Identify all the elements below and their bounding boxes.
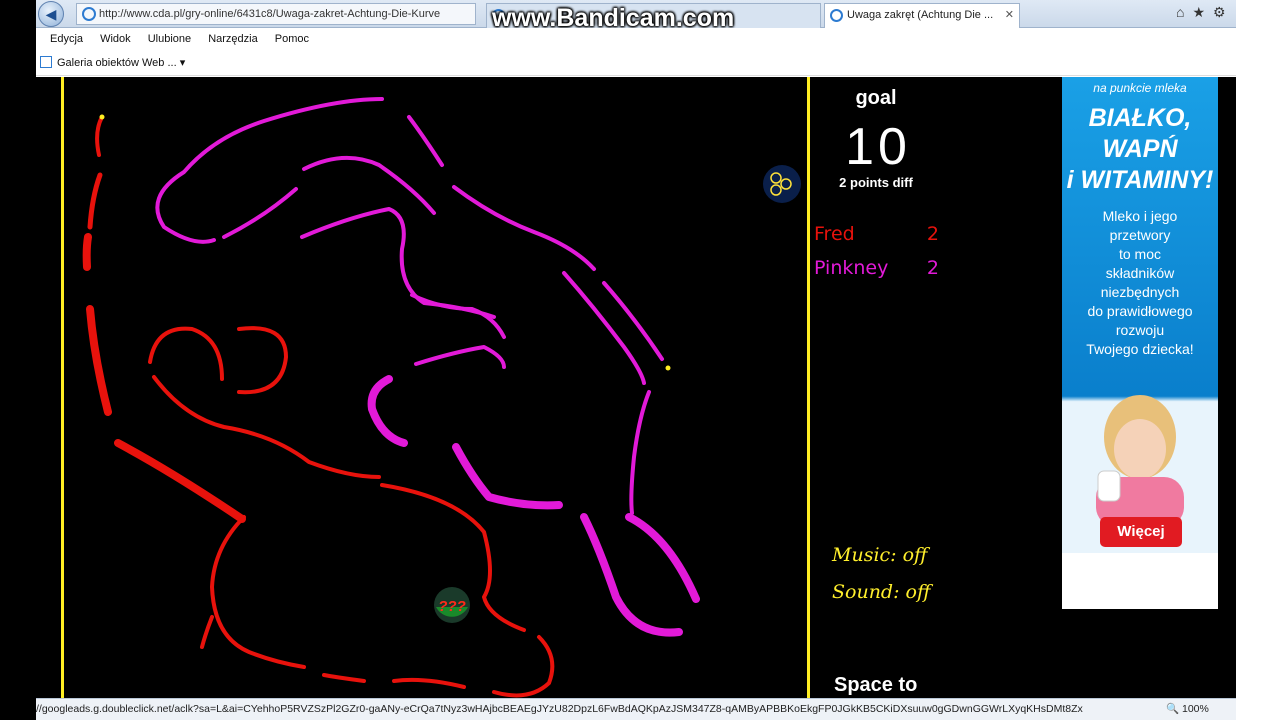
menu-widok[interactable]: Widok (100, 28, 131, 50)
advertisement[interactable]: na punkcie mleka BIAŁKO, WAPŃ i WITAMINY… (1062, 77, 1218, 609)
red-player-head (99, 114, 105, 120)
status-bar: //googleads.g.doubleclick.net/aclk?sa=L&… (36, 698, 1236, 720)
random-bonus-label: ??? (438, 598, 466, 615)
player-row-fred: Fred 2 (814, 223, 939, 245)
browser-window: ◀ http://www.cda.pl/gry-online/6431c8/Uw… (36, 0, 1236, 720)
menu-bar: Edycja Widok Ulubione Narzędzia Pomoc (36, 28, 1236, 50)
sound-toggle[interactable]: Sound: off (832, 581, 930, 603)
menu-narzedzia[interactable]: Narzędzia (208, 28, 258, 50)
curve-canvas: ??? (82, 97, 801, 698)
tab-label: Uwaga zakręt (Achtung Die ... (847, 9, 994, 21)
child-photo (1096, 395, 1184, 527)
player-row-pinkney: Pinkney 2 (814, 257, 939, 279)
menu-edycja[interactable]: Edycja (50, 28, 83, 50)
menu-ulubione[interactable]: Ulubione (148, 28, 191, 50)
web-slice-icon (40, 56, 52, 68)
player-name: Fred (814, 223, 855, 245)
favorites-item[interactable]: Galeria obiektów Web ... ▾ (40, 56, 185, 69)
back-button[interactable]: ◀ (38, 1, 64, 27)
goal-diff: 2 points diff (839, 175, 913, 190)
score-panel: goal 10 2 points diff Fred 2 Pinkney 2 M… (810, 77, 978, 698)
magenta-player-trail (155, 97, 700, 637)
ad-headline: BIAŁKO, WAPŃ i WITAMINY! (1066, 104, 1214, 194)
address-bar[interactable]: http://www.cda.pl/gry-online/6431c8/Uwag… (76, 3, 476, 25)
ie-icon (82, 7, 96, 21)
ad-logos (1062, 553, 1218, 609)
player-score: 2 (926, 223, 939, 245)
desktop-edge (1236, 0, 1280, 720)
player-name: Pinkney (814, 257, 889, 279)
ad-body-text: Mleko i jego przetwory to moc składników… (1086, 208, 1194, 357)
player-score: 2 (926, 257, 939, 279)
toolbar-icons: ⌂★⚙ (1176, 4, 1234, 21)
home-icon[interactable]: ⌂ (1176, 4, 1192, 20)
back-icon: ◀ (45, 6, 57, 22)
zoom-level[interactable]: 🔍 100% (1166, 699, 1236, 720)
ad-tagline: na punkcie mleka (1093, 81, 1187, 95)
tab-close-icon[interactable]: ✕ (1005, 4, 1014, 26)
tab-favicon-icon (830, 9, 843, 22)
status-url: //googleads.g.doubleclick.net/aclk?sa=L&… (36, 703, 1083, 715)
goal-label: goal (855, 87, 897, 109)
music-toggle[interactable]: Music: off (832, 544, 928, 566)
tab-active[interactable]: Uwaga zakręt (Achtung Die ... ✕ (824, 3, 1020, 28)
gear-icon[interactable]: ⚙ (1213, 4, 1234, 20)
game-board[interactable]: ??? (61, 77, 810, 698)
page-content: ??? goal 10 2 points diff Fred 2 Pinkney… (36, 77, 1236, 698)
extra-holes-icon (763, 165, 801, 203)
ad-more-button[interactable]: Więcej (1100, 517, 1182, 547)
random-bonus-icon: ??? (434, 587, 470, 623)
star-icon[interactable]: ★ (1192, 4, 1213, 20)
goal-value: 10 (845, 118, 911, 176)
favorites-bar: Galeria obiektów Web ... ▾ (36, 50, 1236, 76)
address-text: http://www.cda.pl/gry-online/6431c8/Uwag… (99, 8, 441, 20)
magenta-player-head (665, 365, 671, 371)
menu-pomoc[interactable]: Pomoc (275, 28, 309, 50)
space-hint: Space to (834, 674, 918, 696)
